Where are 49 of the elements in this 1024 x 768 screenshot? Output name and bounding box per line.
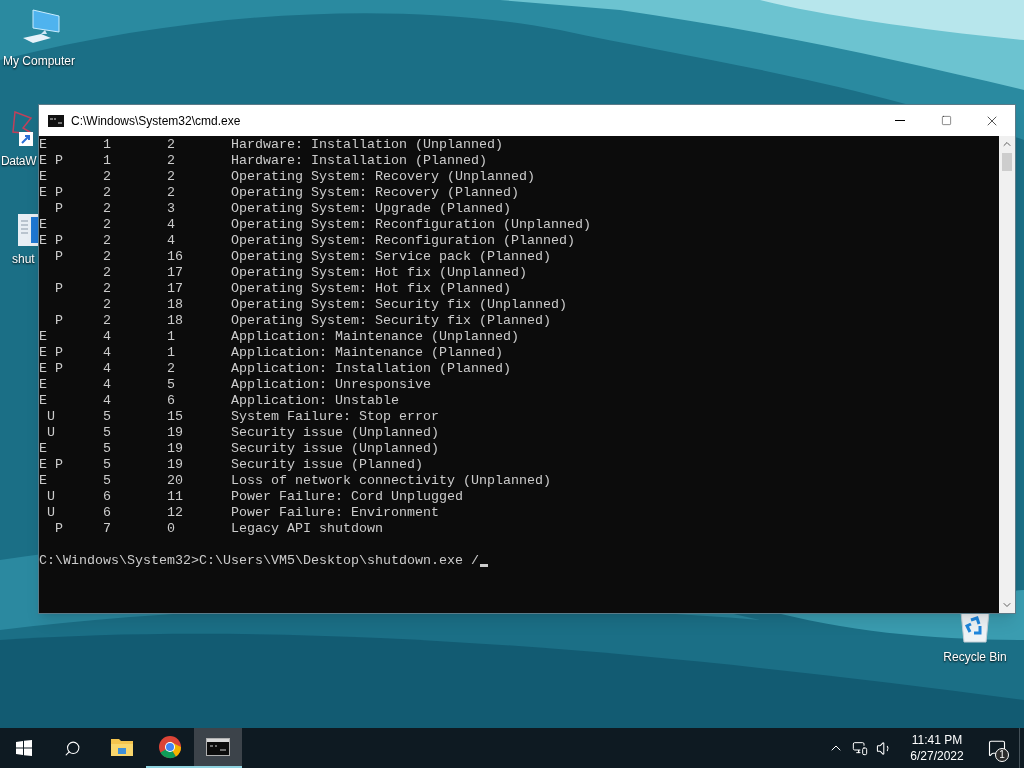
console-line: E P 4 2 Application: Installation (Planned) — [39, 361, 511, 377]
console-line: E P 4 1 Application: Maintenance (Planned) — [39, 345, 503, 361]
console-line: E P 5 19 Security issue (Planned) — [39, 457, 423, 473]
desktop-icon-label[interactable]: My Computer — [3, 52, 75, 70]
console-line: P 7 0 Legacy API shutdown — [54, 521, 383, 537]
text-cursor — [479, 564, 488, 567]
console-line: U 5 19 Security issue (Unplanned) — [46, 425, 439, 441]
console-line: E 2 4 Operating System: Reconfiguration (Unplanned) — [39, 217, 591, 233]
terminal-icon — [48, 114, 64, 127]
desktop-icon-label[interactable]: shut — [12, 250, 35, 268]
scroll-thumb[interactable] — [1002, 153, 1012, 171]
console-line: U 5 15 System Failure: Stop error — [46, 409, 439, 425]
console-line: E P 1 2 Hardware: Installation (Planned) — [39, 153, 487, 169]
windows-logo-icon — [16, 740, 32, 756]
notification-count: 1 — [995, 748, 1009, 762]
console-line: E 2 2 Operating System: Recovery (Unplanned) — [39, 169, 535, 185]
console-line: E P 2 4 Operating System: Reconfiguration (Planned) — [39, 233, 575, 249]
console-line: E 5 19 Security issue (Unplanned) — [39, 441, 439, 457]
taskbar-app-button[interactable] — [194, 728, 242, 768]
search-icon — [63, 739, 81, 757]
console-line: P 2 16 Operating System: Service pack (Planned) — [54, 249, 551, 265]
desktop-icon-label[interactable]: DataW — [1, 152, 37, 170]
console-line: E 4 5 Application: Unresponsive — [39, 377, 431, 393]
window-document-icon — [18, 214, 38, 246]
console-line: E 5 20 Loss of network connectivity (Unplanned) — [39, 473, 551, 489]
folder-icon — [110, 737, 134, 757]
console-line: 2 17 Operating System: Hot fix (Unplanned) — [102, 265, 527, 281]
minimize-icon — [895, 120, 905, 121]
console-line: U 6 11 Power Failure: Cord Unplugged — [46, 489, 463, 505]
console-line: P 2 3 Operating System: Upgrade (Planned) — [54, 201, 511, 217]
console-line: E P 2 2 Operating System: Recovery (Planned) — [39, 185, 519, 201]
command-prompt: C:\Windows\System32>C:\Users\VM5\Desktop\shutdown.exe / — [39, 553, 479, 569]
console-line: E 4 6 Application: Unstable — [39, 393, 399, 409]
window-title: C:\Windows\System32\cmd.exe — [71, 112, 241, 130]
scrollbar[interactable] — [999, 136, 1015, 613]
console-line: P 2 18 Operating System: Security fix (Planned) — [54, 313, 551, 329]
browser-icon — [158, 735, 182, 759]
console-line: U 6 12 Power Failure: Environment — [46, 505, 439, 521]
console-line: E 4 1 Application: Maintenance (Unplanned) — [39, 329, 519, 345]
desktop-icon-label[interactable]: Recycle Bin — [943, 648, 1007, 666]
clock[interactable]: 11:41 PM 6/27/2022 — [899, 728, 975, 768]
notification-icon — [988, 739, 1006, 757]
console-line: 2 18 Operating System: Security fix (Unplanned) — [102, 297, 567, 313]
notifications-button[interactable]: 1 — [975, 728, 1019, 768]
network-icon[interactable] — [852, 740, 868, 756]
console-line: P 2 17 Operating System: Hot fix (Planned) — [54, 281, 511, 297]
console-line: E 1 2 Hardware: Installation (Unplanned) — [39, 137, 503, 153]
terminal-icon — [206, 738, 230, 756]
maximize-icon — [940, 115, 952, 126]
